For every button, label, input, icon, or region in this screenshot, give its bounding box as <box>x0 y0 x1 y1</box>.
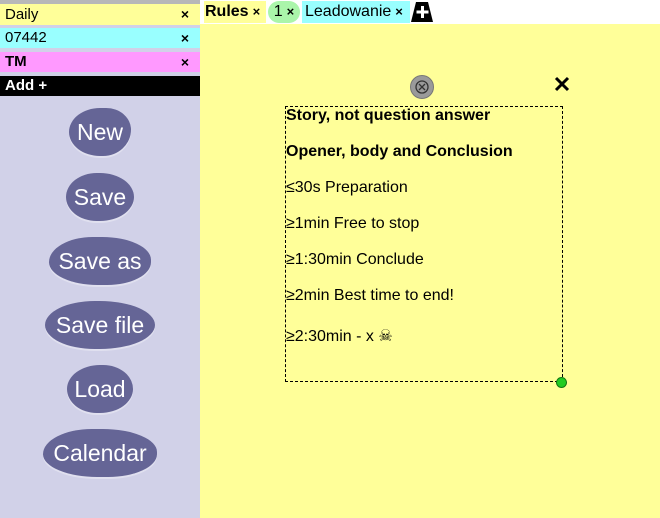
close-icon[interactable]: × <box>253 4 261 19</box>
add-tab-button[interactable] <box>410 1 434 23</box>
calendar-button[interactable]: Calendar <box>43 429 157 477</box>
tab-label: 1 <box>273 3 283 20</box>
close-icon[interactable]: × <box>395 4 403 19</box>
tab-rules[interactable]: Rules × <box>204 1 266 23</box>
save-as-button[interactable]: Save as <box>49 237 151 285</box>
tab-label: Leadowanie <box>305 3 392 20</box>
close-icon[interactable]: × <box>287 4 295 19</box>
sidebar: Daily × 07442 × TM × Add + New Save Save… <box>0 0 200 518</box>
note-item-07442[interactable]: 07442 × <box>0 28 200 48</box>
save-file-button[interactable]: Save file <box>45 301 155 349</box>
note-line: ≥1min Free to stop <box>286 215 420 232</box>
tab-1[interactable]: 1 × <box>268 1 300 23</box>
note-line: Opener, body and Conclusion <box>286 143 513 160</box>
unpin-button[interactable] <box>410 75 434 99</box>
close-icon <box>554 76 570 92</box>
tab-leadowanie[interactable]: Leadowanie × <box>302 1 410 23</box>
note-line: Story, not question answer <box>286 107 491 124</box>
note-item-daily[interactable]: Daily × <box>0 4 200 25</box>
note-item-tm[interactable]: TM × <box>0 52 200 72</box>
note-item-label: Daily <box>5 6 39 23</box>
plus-tab-icon <box>411 2 433 22</box>
note-item-label: 07442 <box>5 29 47 46</box>
note-line: ≥1:30min Conclude <box>286 251 424 268</box>
note-item-label: TM <box>5 53 27 70</box>
tab-label: Rules <box>205 3 249 20</box>
close-note-button[interactable] <box>553 75 571 93</box>
close-icon[interactable]: × <box>181 4 189 25</box>
add-note-button[interactable]: Add + <box>0 76 200 96</box>
resize-handle[interactable] <box>556 377 567 388</box>
close-icon[interactable]: × <box>181 28 189 48</box>
x-circle-icon <box>415 80 429 94</box>
load-button[interactable]: Load <box>67 365 133 413</box>
note-line: ≥2:30min - x ☠ <box>286 328 393 345</box>
save-button[interactable]: Save <box>66 173 134 221</box>
note-line: ≤30s Preparation <box>286 179 408 196</box>
new-button[interactable]: New <box>69 108 131 156</box>
note-line: ≥2min Best time to end! <box>286 287 454 304</box>
close-icon[interactable]: × <box>181 52 189 72</box>
